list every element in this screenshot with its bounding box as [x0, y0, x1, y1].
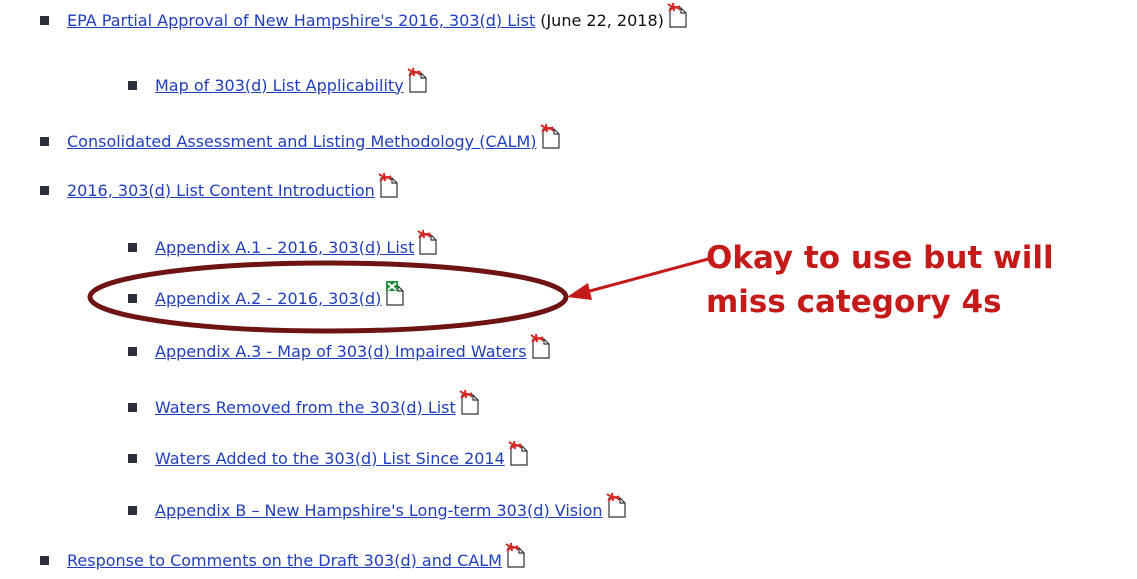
pdf-icon[interactable] [459, 389, 481, 415]
pdf-icon[interactable] [378, 172, 400, 198]
bullet-icon [128, 80, 137, 90]
bullet-icon [40, 185, 49, 195]
excel-icon[interactable] [384, 280, 406, 306]
bullet-icon [128, 242, 137, 252]
date-note: (June 22, 2018) [540, 10, 664, 30]
map-303d-applicability-link[interactable]: Map of 303(d) List Applicability [155, 76, 404, 95]
list-item: Map of 303(d) List Applicability [128, 67, 429, 99]
pdf-icon[interactable] [605, 492, 628, 518]
list-item: Appendix A.3 - Map of 303(d) Impaired Wa… [128, 333, 552, 365]
bullet-icon [128, 505, 137, 515]
annotation-arrow [574, 256, 713, 297]
calm-link[interactable]: Consolidated Assessment and Listing Meth… [67, 132, 537, 151]
list-item: EPA Partial Approval of New Hampshire's … [40, 2, 689, 34]
pdf-icon[interactable] [667, 2, 689, 28]
appendix-a1-link[interactable]: Appendix A.1 - 2016, 303(d) List [155, 238, 414, 257]
annotation-line-2: miss category 4s [706, 284, 1002, 320]
list-item: Waters Removed from the 303(d) List [128, 389, 481, 421]
content-introduction-link[interactable]: 2016, 303(d) List Content Introduction [67, 181, 375, 200]
waters-removed-link[interactable]: Waters Removed from the 303(d) List [155, 398, 456, 417]
waters-added-link[interactable]: Waters Added to the 303(d) List Since 20… [155, 449, 505, 468]
annotation-callout: Okay to use but will miss category 4s [706, 236, 1054, 324]
bullet-icon [40, 136, 49, 146]
annotation-arrowhead [567, 283, 592, 300]
bullet-icon [128, 346, 137, 356]
list-item: Consolidated Assessment and Listing Meth… [40, 123, 562, 155]
list-item: Response to Comments on the Draft 303(d)… [40, 542, 527, 574]
pdf-icon[interactable] [508, 440, 530, 466]
bullet-icon [40, 15, 49, 25]
annotation-line-1: Okay to use but will [706, 240, 1054, 276]
pdf-icon[interactable] [505, 542, 527, 568]
epa-partial-approval-link[interactable]: EPA Partial Approval of New Hampshire's … [67, 11, 535, 30]
pdf-icon[interactable] [407, 67, 429, 93]
bullet-icon [128, 453, 137, 463]
bullet-icon [128, 402, 137, 412]
pdf-icon[interactable] [539, 123, 562, 149]
appendix-b-link[interactable]: Appendix B – New Hampshire's Long-term 3… [155, 501, 603, 520]
pdf-icon[interactable] [529, 333, 552, 359]
bullet-icon [40, 555, 49, 565]
list-item: Appendix B – New Hampshire's Long-term 3… [128, 492, 628, 524]
appendix-a2-link[interactable]: Appendix A.2 - 2016, 303(d) [155, 289, 381, 308]
response-to-comments-link[interactable]: Response to Comments on the Draft 303(d)… [67, 551, 502, 570]
list-item: 2016, 303(d) List Content Introduction [40, 172, 400, 204]
list-item: Appendix A.2 - 2016, 303(d) [128, 281, 406, 312]
list-item: Waters Added to the 303(d) List Since 20… [128, 440, 530, 472]
appendix-a3-link[interactable]: Appendix A.3 - Map of 303(d) Impaired Wa… [155, 342, 527, 361]
bullet-icon [128, 293, 137, 303]
pdf-icon[interactable] [417, 229, 439, 255]
list-item: Appendix A.1 - 2016, 303(d) List [128, 229, 439, 261]
